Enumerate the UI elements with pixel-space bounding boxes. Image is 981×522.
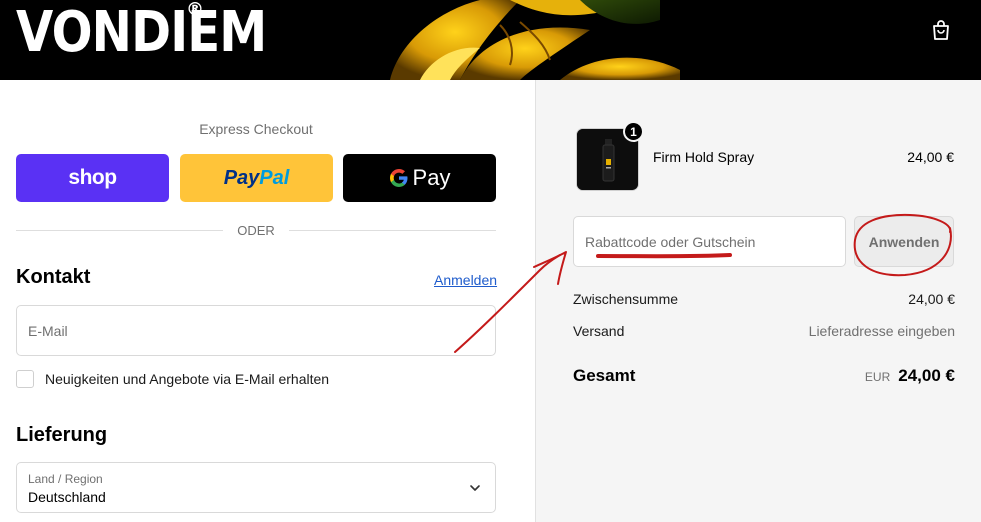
total-label: Gesamt xyxy=(573,366,636,385)
subtotal-value: 24,00 € xyxy=(908,291,955,307)
country-value: Deutschland xyxy=(28,489,106,505)
checkout-form: Express Checkout shop Pay Pal Pay ODER Ko… xyxy=(0,80,535,522)
newsletter-option[interactable]: Neuigkeiten und Angebote via E-Mail erha… xyxy=(16,370,329,388)
email-field[interactable] xyxy=(16,305,496,356)
total-row: Gesamt EUR 24,00 € xyxy=(573,366,955,386)
shop-pay-label: shop xyxy=(68,166,117,189)
express-checkout-title: Express Checkout xyxy=(199,121,313,137)
quantity-badge: 1 xyxy=(623,121,644,142)
or-label: ODER xyxy=(237,222,275,238)
paypal-button[interactable]: Pay Pal xyxy=(180,154,333,202)
shopping-bag-icon[interactable] xyxy=(929,18,953,42)
newsletter-label: Neuigkeiten und Angebote via E-Mail erha… xyxy=(45,371,330,387)
country-select[interactable]: Land / Region Deutschland xyxy=(16,462,496,513)
discount-code-field[interactable] xyxy=(573,216,846,267)
newsletter-checkbox[interactable] xyxy=(16,370,34,388)
shipping-label: Versand xyxy=(573,323,625,339)
product-name: Firm Hold Spray xyxy=(653,149,755,165)
order-summary: 1 Firm Hold Spray 24,00 € Anwenden Zwisc… xyxy=(535,80,981,522)
brand-logo[interactable]: VONDIEM xyxy=(16,2,267,64)
shop-pay-button[interactable]: shop xyxy=(16,154,169,202)
google-pay-label: Pay xyxy=(412,165,451,190)
delivery-heading: Lieferung xyxy=(16,424,108,446)
or-divider: ODER xyxy=(16,221,496,239)
registered-mark: ® xyxy=(186,0,204,20)
google-pay-button[interactable]: Pay xyxy=(343,154,496,202)
shipping-row: Versand Lieferadresse eingeben xyxy=(573,323,955,339)
email-input[interactable] xyxy=(17,306,495,355)
login-link[interactable]: Anmelden xyxy=(434,272,497,288)
site-header: VONDIEM ® xyxy=(0,0,981,80)
total-currency: EUR xyxy=(864,370,891,384)
apply-discount-button[interactable]: Anwenden xyxy=(854,216,954,267)
divider-line xyxy=(16,229,224,231)
google-g-icon xyxy=(389,169,408,187)
subtotal-row: Zwischensumme 24,00 € xyxy=(573,291,955,307)
country-label: Land / Region xyxy=(28,472,103,486)
total-value: 24,00 € xyxy=(898,366,955,385)
shipping-value: Lieferadresse eingeben xyxy=(808,323,955,339)
product-price: 24,00 € xyxy=(907,149,954,165)
paypal-label-pay: Pay xyxy=(223,166,260,189)
chevron-down-icon xyxy=(470,485,480,491)
discount-code-input[interactable] xyxy=(574,217,845,266)
subtotal-label: Zwischensumme xyxy=(573,291,679,307)
divider-line xyxy=(288,229,496,231)
paypal-label-pal: Pal xyxy=(259,166,290,189)
total-amount: EUR 24,00 € xyxy=(865,366,955,386)
header-flower-image xyxy=(390,0,680,80)
contact-heading: Kontakt xyxy=(16,266,91,288)
